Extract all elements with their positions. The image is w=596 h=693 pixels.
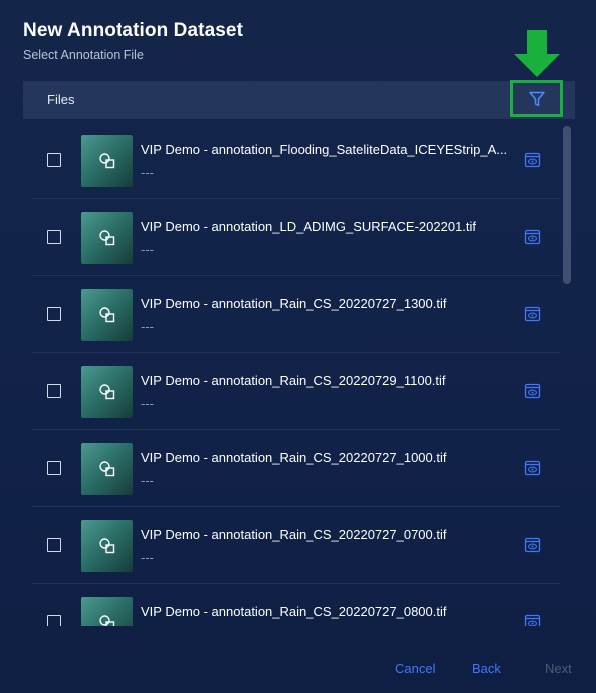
file-thumbnail [81, 366, 133, 418]
file-description: --- [141, 242, 154, 257]
preview-icon[interactable] [524, 306, 541, 322]
file-description: --- [141, 396, 154, 411]
file-select-checkbox[interactable] [47, 615, 61, 626]
annotation-shapes-icon [99, 461, 115, 477]
file-row[interactable]: VIP Demo - annotation_Flooding_SateliteD… [32, 122, 560, 199]
file-row[interactable]: VIP Demo - annotation_Rain_CS_20220727_1… [32, 430, 560, 507]
preview-icon[interactable] [524, 460, 541, 476]
file-name: VIP Demo - annotation_LD_ADIMG_SURFACE-2… [141, 219, 477, 234]
back-button[interactable]: Back [472, 661, 501, 676]
file-thumbnail [81, 135, 133, 187]
file-name: VIP Demo - annotation_Flooding_SateliteD… [141, 142, 508, 157]
files-header: Files [23, 80, 575, 119]
cancel-button[interactable]: Cancel [395, 661, 435, 676]
file-select-checkbox[interactable] [47, 307, 61, 321]
file-row[interactable]: VIP Demo - annotation_Rain_CS_20220727_1… [32, 276, 560, 353]
list-scrollbar[interactable] [563, 126, 571, 284]
file-select-checkbox[interactable] [47, 230, 61, 244]
preview-icon[interactable] [524, 383, 541, 399]
file-row[interactable]: VIP Demo - annotation_Rain_CS_20220729_1… [32, 353, 560, 430]
green-arrow-pointer-icon [514, 30, 560, 77]
filter-icon [528, 91, 545, 106]
preview-icon[interactable] [524, 537, 541, 553]
file-description: --- [141, 550, 154, 565]
file-thumbnail [81, 443, 133, 495]
preview-icon[interactable] [524, 229, 541, 245]
file-row[interactable]: VIP Demo - annotation_LD_ADIMG_SURFACE-2… [32, 199, 560, 276]
next-button[interactable]: Next [545, 661, 572, 676]
annotation-shapes-icon [99, 307, 115, 323]
annotation-shapes-icon [99, 230, 115, 246]
annotation-shapes-icon [99, 538, 115, 554]
annotation-shapes-icon [99, 384, 115, 400]
file-description: --- [141, 319, 154, 334]
dialog-title: New Annotation Dataset [23, 20, 244, 41]
new-annotation-dataset-dialog: New Annotation Dataset Select Annotation… [0, 0, 596, 693]
file-name: VIP Demo - annotation_Rain_CS_20220727_1… [141, 296, 447, 311]
file-row[interactable]: VIP Demo - annotation_Rain_CS_20220727_0… [32, 507, 560, 584]
annotation-shapes-icon [99, 615, 115, 626]
files-header-label: Files [47, 92, 75, 107]
file-thumbnail [81, 597, 133, 626]
filter-button[interactable] [510, 80, 563, 117]
preview-icon[interactable] [524, 614, 541, 626]
file-select-checkbox[interactable] [47, 538, 61, 552]
file-name: VIP Demo - annotation_Rain_CS_20220727_1… [141, 450, 447, 465]
file-select-checkbox[interactable] [47, 384, 61, 398]
preview-icon[interactable] [524, 152, 541, 168]
file-description: --- [141, 473, 154, 488]
file-thumbnail [81, 212, 133, 264]
file-thumbnail [81, 520, 133, 572]
file-description: --- [141, 165, 154, 180]
file-select-checkbox[interactable] [47, 153, 61, 167]
file-thumbnail [81, 289, 133, 341]
file-select-checkbox[interactable] [47, 461, 61, 475]
file-row[interactable]: VIP Demo - annotation_Rain_CS_20220727_0… [32, 584, 560, 626]
dialog-subtitle: Select Annotation File [23, 48, 144, 62]
annotation-shapes-icon [99, 153, 115, 169]
files-list: VIP Demo - annotation_Flooding_SateliteD… [23, 122, 575, 626]
file-name: VIP Demo - annotation_Rain_CS_20220727_0… [141, 604, 447, 619]
file-name: VIP Demo - annotation_Rain_CS_20220727_0… [141, 527, 447, 542]
file-name: VIP Demo - annotation_Rain_CS_20220729_1… [141, 373, 446, 388]
